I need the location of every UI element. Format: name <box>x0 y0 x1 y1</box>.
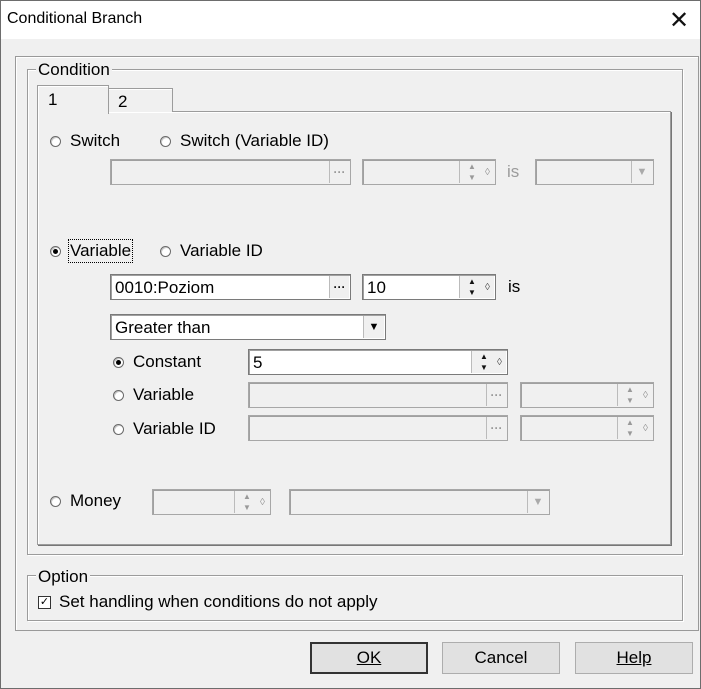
cancel-button[interactable]: Cancel <box>442 642 560 674</box>
variable-browse-button[interactable]: ··· <box>329 276 349 298</box>
spin-drag-icon[interactable]: ◊ <box>496 355 503 369</box>
operand-variable-id-field[interactable]: ··· <box>248 415 508 441</box>
variable-spin-value: 10 <box>367 278 386 297</box>
switch-is-label: is <box>507 162 520 181</box>
help-button[interactable]: Help <box>575 642 693 674</box>
variable-id-radio[interactable]: Variable ID <box>160 241 263 261</box>
operand-variable-radio[interactable]: Variable <box>113 385 194 405</box>
operand-variable-browse-button[interactable]: ··· <box>486 384 506 406</box>
variable-radio[interactable]: Variable <box>50 239 134 263</box>
spin-down-icon[interactable]: ▼ <box>462 287 482 297</box>
operator-select[interactable]: Greater than ▼ <box>110 314 386 340</box>
switch-radio-label: Switch <box>70 131 121 150</box>
dialog-window: Conditional Branch ✕ Condition 1 2 Switc… <box>0 0 701 689</box>
spin-down-icon[interactable]: ▼ <box>237 502 257 512</box>
spin-drag-icon[interactable]: ◊ <box>484 165 491 179</box>
tab-2[interactable]: 2 <box>107 88 173 112</box>
help-button-label: Help <box>616 648 652 667</box>
variable-field-value: 0010:Poziom <box>115 278 215 297</box>
spin-up-icon[interactable]: ▲ <box>474 351 494 361</box>
operand-variable-id-radio-circle <box>113 423 124 435</box>
variable-id-radio-label: Variable ID <box>180 241 263 260</box>
operand-variable-id-spinner[interactable]: ▲ ▼ ◊ <box>617 417 652 439</box>
spin-up-icon[interactable]: ▲ <box>237 491 257 501</box>
spin-down-icon[interactable]: ▼ <box>462 172 482 182</box>
switch-id-spinner[interactable]: ▲ ▼ ◊ <box>459 161 494 183</box>
operand-variable-id-radio[interactable]: Variable ID <box>113 419 216 439</box>
cancel-button-label: Cancel <box>474 648 528 667</box>
variable-spinner[interactable]: ▲ ▼ ◊ <box>459 276 494 298</box>
operand-variable-id-browse-button[interactable]: ··· <box>486 417 506 439</box>
money-radio[interactable]: Money <box>50 491 121 511</box>
variable-field[interactable]: 0010:Poziom ··· <box>110 274 351 300</box>
variable-radio-circle <box>50 245 61 257</box>
variable-id-radio-circle <box>160 245 171 257</box>
operand-variable-label: Variable <box>133 385 195 404</box>
tab-1-label: 1 <box>48 90 58 109</box>
operand-variable-id-spin-field[interactable]: ▲ ▼ ◊ <box>520 415 654 441</box>
money-radio-circle <box>50 495 61 507</box>
spin-down-icon[interactable]: ▼ <box>620 395 640 405</box>
constant-field-value: 5 <box>253 353 263 372</box>
switch-variable-id-radio-circle <box>160 135 171 147</box>
ok-button[interactable]: OK <box>310 642 428 674</box>
spin-drag-icon[interactable]: ◊ <box>259 495 266 509</box>
operand-variable-spin-field[interactable]: ▲ ▼ ◊ <box>520 382 654 408</box>
tab-2-label: 2 <box>118 92 128 111</box>
ok-button-label: OK <box>356 648 382 667</box>
spin-up-icon[interactable]: ▲ <box>462 161 482 171</box>
switch-state-select[interactable]: ▼ <box>535 159 654 185</box>
switch-field[interactable]: ··· <box>110 159 351 185</box>
spin-drag-icon[interactable]: ◊ <box>484 280 491 294</box>
constant-radio[interactable]: Constant <box>113 352 201 372</box>
chevron-down-icon[interactable]: ▼ <box>363 316 384 338</box>
constant-radio-circle <box>113 356 124 368</box>
chevron-down-icon[interactable]: ▼ <box>527 491 548 513</box>
constant-radio-label: Constant <box>133 352 202 371</box>
switch-browse-button[interactable]: ··· <box>329 161 349 183</box>
title-bar[interactable]: Conditional Branch ✕ <box>1 1 700 39</box>
spin-drag-icon[interactable]: ◊ <box>642 421 649 435</box>
spin-up-icon[interactable]: ▲ <box>620 384 640 394</box>
spin-drag-icon[interactable]: ◊ <box>642 388 649 402</box>
close-icon[interactable]: ✕ <box>661 5 697 35</box>
money-compare-select[interactable]: ▼ <box>289 489 550 515</box>
switch-id-spin-field[interactable]: ▲ ▼ ◊ <box>362 159 496 185</box>
handling-checkbox-label: Set handling when conditions do not appl… <box>59 592 378 611</box>
window-title: Conditional Branch <box>7 10 143 27</box>
spin-down-icon[interactable]: ▼ <box>620 428 640 438</box>
handling-checkbox[interactable]: ✓ Set handling when conditions do not ap… <box>38 592 378 612</box>
switch-variable-id-label: Switch (Variable ID) <box>180 131 329 150</box>
variable-is-label: is <box>508 277 521 296</box>
operand-variable-radio-circle <box>113 389 124 401</box>
spin-up-icon[interactable]: ▲ <box>620 417 640 427</box>
operand-variable-id-label: Variable ID <box>133 419 216 438</box>
switch-radio[interactable]: Switch <box>50 131 120 151</box>
tab-1[interactable]: 1 <box>37 85 109 114</box>
money-radio-label: Money <box>70 491 122 510</box>
operator-select-value: Greater than <box>115 318 211 337</box>
variable-spin-field[interactable]: 10 ▲ ▼ ◊ <box>362 274 496 300</box>
money-spinner[interactable]: ▲ ▼ ◊ <box>234 491 269 513</box>
money-field[interactable]: ▲ ▼ ◊ <box>152 489 271 515</box>
spin-up-icon[interactable]: ▲ <box>462 276 482 286</box>
operand-variable-field[interactable]: ··· <box>248 382 508 408</box>
constant-spinner[interactable]: ▲ ▼ ◊ <box>471 351 506 373</box>
checkmark-icon[interactable]: ✓ <box>38 595 51 609</box>
operand-variable-spinner[interactable]: ▲ ▼ ◊ <box>617 384 652 406</box>
spin-down-icon[interactable]: ▼ <box>474 362 494 372</box>
condition-group-label: Condition <box>36 60 112 80</box>
switch-radio-circle <box>50 135 61 147</box>
option-group-label: Option <box>36 567 91 587</box>
chevron-down-icon[interactable]: ▼ <box>631 161 652 183</box>
variable-radio-label: Variable <box>67 239 134 263</box>
constant-field[interactable]: 5 ▲ ▼ ◊ <box>248 349 508 375</box>
switch-variable-id-radio[interactable]: Switch (Variable ID) <box>160 131 329 151</box>
